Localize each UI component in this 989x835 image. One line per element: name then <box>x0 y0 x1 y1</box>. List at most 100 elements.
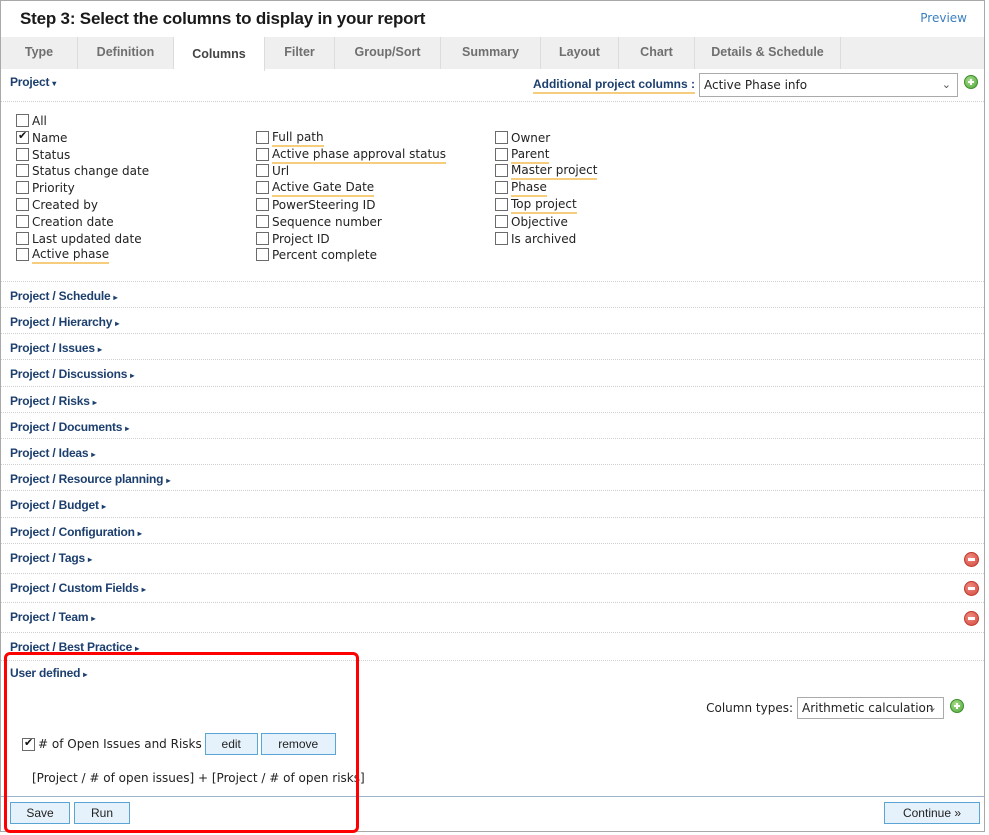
project-section-toggle[interactable]: Project ▾ <box>10 75 56 89</box>
checkbox[interactable] <box>256 164 269 178</box>
checkbox[interactable] <box>16 197 29 211</box>
checkbox[interactable] <box>16 214 29 228</box>
checkbox-item[interactable]: Url <box>256 163 446 180</box>
checkbox-item[interactable]: Project ID <box>256 231 446 248</box>
caret-right-icon: ▸ <box>115 319 120 328</box>
checkbox[interactable] <box>256 231 269 245</box>
section-toggle[interactable]: Project / Best Practice ▸ <box>10 640 139 654</box>
checkbox-item[interactable]: Status change date <box>16 163 149 180</box>
checkbox-item[interactable]: Master project <box>495 163 598 181</box>
checkbox-item[interactable]: PowerSteering ID <box>256 197 446 214</box>
checkbox-item[interactable]: Active phase approval status <box>256 147 447 164</box>
additional-columns-control: Additional project columns : Active Phas… <box>532 73 958 97</box>
checkbox-item-all[interactable]: All <box>16 113 149 130</box>
checkbox[interactable] <box>256 248 269 262</box>
remove-section-minus-icon[interactable] <box>964 552 979 567</box>
section-toggle[interactable]: Project / Ideas ▸ <box>10 446 95 460</box>
checkbox-item[interactable]: Priority <box>16 180 149 197</box>
checkbox-item[interactable]: Owner <box>495 130 597 147</box>
checklist-column-3: Owner Parent Master project Phase Top projec… <box>495 130 598 248</box>
page-title: Step 3: Select the columns to display in… <box>20 9 426 28</box>
section-toggle[interactable]: Project / Budget ▸ <box>10 498 106 512</box>
caret-right-icon: ▸ <box>137 529 142 538</box>
tab-filter[interactable]: Filter <box>265 37 335 69</box>
checkbox-label: Is archived <box>511 231 577 246</box>
additional-columns-select[interactable]: Active Phase info ⌄ <box>699 73 958 97</box>
checkbox-item[interactable]: Name <box>16 129 149 147</box>
tab-summary[interactable]: Summary <box>441 37 541 69</box>
checkbox[interactable] <box>256 181 269 195</box>
tab-chart[interactable]: Chart <box>619 37 695 69</box>
checkbox-all[interactable] <box>16 114 29 127</box>
add-column-plus-icon[interactable] <box>964 75 978 89</box>
section-toggle[interactable]: Project / Hierarchy ▸ <box>10 315 119 329</box>
checkbox[interactable] <box>16 231 29 245</box>
user-field-checkbox[interactable] <box>22 736 35 751</box>
section-toggle[interactable]: Project / Schedule ▸ <box>10 289 117 303</box>
column-types-value: Arithmetic calculation <box>802 701 934 715</box>
section-toggle[interactable]: Project / Risks ▸ <box>10 394 97 408</box>
checkbox-item[interactable]: Objective <box>495 214 597 231</box>
checkbox-item[interactable]: Status <box>16 147 149 164</box>
checkbox-item[interactable]: Creation date <box>16 214 149 231</box>
checkbox-item[interactable]: Is archived <box>495 231 597 248</box>
remove-section-minus-icon[interactable] <box>964 611 979 626</box>
checkbox[interactable] <box>16 164 29 178</box>
checkbox[interactable] <box>495 164 508 178</box>
checkbox-item[interactable]: Created by <box>16 197 149 214</box>
checkbox[interactable] <box>256 147 269 161</box>
tab-group-sort[interactable]: Group/Sort <box>335 37 441 69</box>
checkbox-item[interactable]: Top project <box>495 197 597 214</box>
preview-link[interactable]: Preview <box>920 11 967 25</box>
checkbox[interactable] <box>16 147 29 161</box>
checkbox-item[interactable]: Parent <box>495 147 597 164</box>
edit-button[interactable]: edit <box>204 733 258 755</box>
checkbox[interactable] <box>495 147 508 161</box>
checkbox[interactable] <box>256 214 269 228</box>
checkbox[interactable] <box>495 130 508 144</box>
checkbox-item[interactable]: Active phase <box>16 247 149 265</box>
checkbox[interactable] <box>495 181 508 195</box>
caret-right-icon: ▸ <box>83 670 88 679</box>
run-button[interactable]: Run <box>74 802 130 824</box>
checkbox-item[interactable]: Phase <box>495 180 597 198</box>
footer-bar: Save Run Continue » <box>1 796 984 832</box>
caret-right-icon: ▸ <box>92 398 97 407</box>
checkbox-item[interactable]: Percent complete <box>256 247 446 264</box>
section-toggle[interactable]: Project / Resource planning ▸ <box>10 472 170 486</box>
checkbox[interactable] <box>495 197 508 211</box>
checkbox[interactable] <box>495 231 508 245</box>
section-toggle[interactable]: Project / Tags ▸ <box>10 551 92 565</box>
remove-button[interactable]: remove <box>260 733 336 755</box>
remove-section-minus-icon[interactable] <box>964 581 979 596</box>
tab-layout[interactable]: Layout <box>541 37 619 69</box>
project-columns-checklist: All Name Status Status change date Priority… <box>1 102 984 282</box>
section-toggle[interactable]: Project / Configuration ▸ <box>10 525 142 539</box>
add-user-column-plus-icon[interactable] <box>950 699 964 713</box>
section-toggle[interactable]: Project / Issues ▸ <box>10 341 102 355</box>
checkbox-item[interactable]: Last updated date <box>16 231 149 248</box>
checkbox-item[interactable]: Active Gate Date <box>256 180 446 198</box>
tab-details-schedule[interactable]: Details & Schedule <box>695 37 841 69</box>
continue-button[interactable]: Continue » <box>884 802 980 824</box>
checkbox[interactable] <box>16 129 29 144</box>
section-toggle[interactable]: Project / Documents ▸ <box>10 420 129 434</box>
checkbox[interactable] <box>495 214 508 228</box>
tab-definition[interactable]: Definition <box>78 37 174 69</box>
checkbox-item[interactable]: Full path <box>256 130 446 147</box>
checkbox[interactable] <box>256 197 269 211</box>
checkbox[interactable] <box>16 248 29 262</box>
tab-columns[interactable]: Columns <box>174 37 265 71</box>
tab-type[interactable]: Type <box>1 37 78 69</box>
checkbox[interactable] <box>256 130 269 144</box>
checkbox[interactable] <box>16 181 29 195</box>
section-toggle[interactable]: Project / Discussions ▸ <box>10 367 134 381</box>
column-types-select[interactable]: Arithmetic calculation ⌄ <box>797 697 944 719</box>
section-toggle[interactable]: Project / Team ▸ <box>10 610 95 624</box>
checkbox-item[interactable]: Sequence number <box>256 214 446 231</box>
user-defined-toggle[interactable]: User defined ▸ <box>10 666 87 680</box>
save-button[interactable]: Save <box>10 802 70 824</box>
section-toggle[interactable]: Project / Custom Fields ▸ <box>10 581 146 595</box>
checkbox-label: Phase <box>511 180 547 198</box>
section-label: Project / Risks <box>10 394 90 408</box>
